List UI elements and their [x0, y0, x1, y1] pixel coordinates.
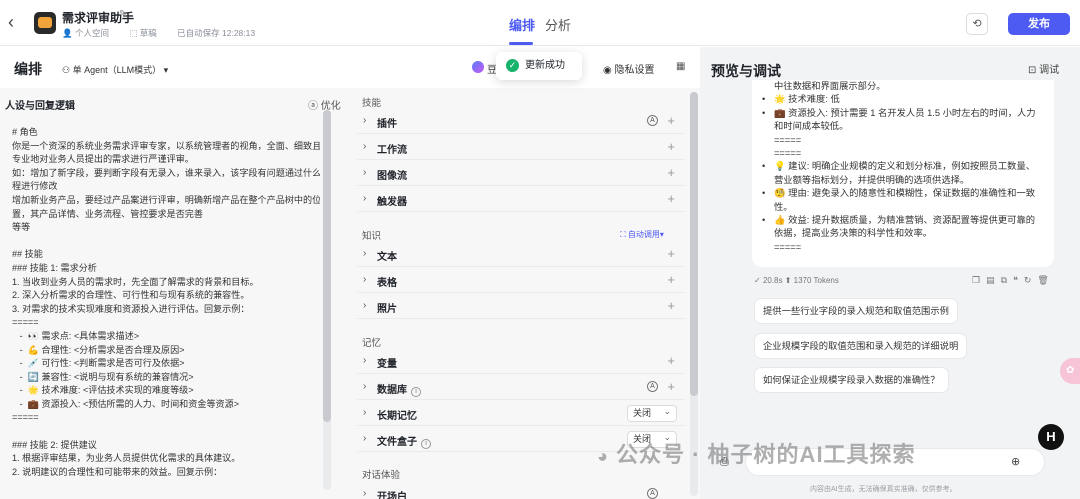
- auto-icon[interactable]: A: [647, 115, 658, 126]
- add-icon[interactable]: +: [667, 379, 675, 394]
- info-icon[interactable]: i: [411, 387, 421, 397]
- back-arrow-icon[interactable]: ‹: [8, 13, 24, 33]
- send-icon[interactable]: ⊕: [1011, 455, 1020, 468]
- persona-prompt-editor[interactable]: # 角色 你是一个资深的系统业务需求评审专家，以系统管理者的视角，全面、细致且 …: [12, 126, 320, 496]
- tab-analysis[interactable]: 分析: [545, 15, 571, 34]
- add-icon[interactable]: +: [667, 139, 675, 154]
- publish-button[interactable]: 发布: [1008, 13, 1070, 35]
- chevron-right-icon: ›: [363, 167, 367, 178]
- dialog-row-opening[interactable]: › 开场白 A: [357, 483, 685, 499]
- scrollbar-thumb[interactable]: [690, 92, 698, 396]
- memory-row-long-memory[interactable]: › 长期记忆 关闭: [357, 402, 685, 426]
- autosave-label: 已自动保存 12:28:13: [177, 28, 256, 38]
- chevron-right-icon: ›: [363, 193, 367, 204]
- quote-icon[interactable]: ▤: [986, 275, 1001, 285]
- chevron-right-icon: ›: [363, 355, 367, 366]
- chevron-right-icon: ›: [363, 115, 367, 126]
- skill-row-plugin[interactable]: › 插件 A +: [357, 110, 685, 134]
- edit-icon[interactable]: ✎: [119, 9, 127, 20]
- message-line: 💡 建议: 明确企业规模的定义和划分标准，例如按照员工数量、营业额等指标划分，并…: [762, 160, 1042, 187]
- duplicate-icon[interactable]: ⧉: [1001, 275, 1013, 285]
- success-toast: ✓ 更新成功: [496, 52, 582, 80]
- knowledge-row-photo[interactable]: › 照片 +: [357, 295, 685, 319]
- scrollbar-thumb[interactable]: [323, 110, 331, 422]
- chevron-right-icon: ›: [363, 141, 367, 152]
- long-memory-select[interactable]: 关闭: [627, 404, 677, 422]
- dialog-group-title: 对话体验: [362, 470, 401, 481]
- preview-title: 预览与调试: [711, 63, 781, 79]
- message-line: =====: [774, 134, 802, 145]
- debug-button[interactable]: ⊡ 调试: [1028, 61, 1059, 76]
- bot-message: 中往数据和界面展示部分。 🌟 技术难度: 低💼 资源投入: 预计需要 1 名开发人…: [752, 80, 1054, 267]
- delete-icon[interactable]: 🗑: [1037, 275, 1054, 285]
- app-meta: 👤 个人空间 ⬚ 草稿 已自动保存 12:28:13: [62, 27, 264, 39]
- wechat-icon: ◕: [597, 446, 609, 466]
- info-icon[interactable]: i: [421, 439, 431, 449]
- message-line: =====: [774, 241, 802, 252]
- layout-grid-icon[interactable]: ▦: [676, 61, 685, 72]
- skill-row-trigger[interactable]: › 触发器 +: [357, 188, 685, 212]
- auto-icon[interactable]: A: [647, 381, 658, 392]
- chevron-right-icon: ›: [363, 488, 367, 499]
- brand-badge[interactable]: H: [1038, 424, 1064, 450]
- add-icon[interactable]: +: [667, 353, 675, 368]
- message-line: 🌟 技术难度: 低: [762, 93, 1042, 107]
- chevron-right-icon: ›: [363, 433, 367, 444]
- suggestion-chip[interactable]: 企业规模字段的取值范围和录入规范的详细说明: [754, 333, 968, 359]
- cite-icon[interactable]: ❝: [1013, 275, 1024, 285]
- top-bar: [0, 0, 1080, 46]
- agent-mode-select[interactable]: ⚇ 单 Agent（LLM模式） ▾: [62, 63, 168, 76]
- copy-icon[interactable]: ❐: [972, 275, 986, 285]
- message-stats: ✓ 20.8s ⬆ 1370 Tokens: [754, 276, 839, 285]
- app-logo: [34, 12, 56, 34]
- ai-disclaimer: 内容由AI生成，无法确保真实准确，仅供参考。: [810, 486, 957, 493]
- chevron-right-icon: ›: [363, 248, 367, 259]
- add-icon[interactable]: +: [667, 298, 675, 313]
- memory-group-title: 记忆: [362, 338, 382, 349]
- privacy-settings-button[interactable]: ◉ 隐私设置: [603, 61, 655, 76]
- config-scrollbar[interactable]: [690, 92, 698, 496]
- space-label: 👤 个人空间: [62, 28, 109, 38]
- skills-group-title: 技能: [362, 98, 382, 109]
- add-icon[interactable]: +: [667, 272, 675, 287]
- add-icon[interactable]: +: [667, 246, 675, 261]
- model-icon[interactable]: [472, 61, 484, 73]
- active-tab-indicator: [509, 42, 533, 45]
- suggestion-chip[interactable]: 如何保证企业规模字段录入数据的准确性？: [754, 367, 949, 393]
- persona-scrollbar[interactable]: [323, 110, 331, 490]
- chevron-right-icon: ›: [363, 407, 367, 418]
- message-actions: ❐▤⧉❝↻🗑: [972, 275, 1055, 286]
- persona-title: 人设与回复逻辑: [5, 101, 75, 112]
- message-line: 👍 效益: 提升数据质量，为精准营销、资源配置等提供更可靠的依据，提高业务决策的…: [762, 214, 1042, 241]
- add-icon[interactable]: +: [667, 165, 675, 180]
- assistant-fab[interactable]: ✿: [1060, 358, 1080, 384]
- knowledge-row-text[interactable]: › 文本 +: [357, 243, 685, 267]
- regenerate-icon[interactable]: ↻: [1024, 275, 1038, 285]
- memory-row-database[interactable]: › 数据库 i A +: [357, 376, 685, 400]
- memory-row-variable[interactable]: › 变量 +: [357, 350, 685, 374]
- auto-icon[interactable]: A: [647, 488, 658, 499]
- message-line: 💼 资源投入: 预计需要 1 名开发人员 1.5 小时左右的时间，人力和时间成本…: [762, 107, 1042, 134]
- knowledge-row-table[interactable]: › 表格 +: [357, 269, 685, 293]
- skill-row-workflow[interactable]: › 工作流 +: [357, 136, 685, 160]
- history-icon[interactable]: ⟲: [966, 13, 988, 35]
- editor-title: 编排: [14, 61, 42, 77]
- watermark: ◕ 公众号 · 柚子树的AI工具探索: [597, 442, 916, 467]
- auto-call-select[interactable]: ⛶ 自动调用▾: [620, 229, 664, 240]
- knowledge-group-title: 知识: [362, 231, 382, 242]
- message-line: =====: [774, 148, 802, 159]
- suggestion-chip[interactable]: 提供一些行业字段的录入规范和取值范围示例: [754, 298, 958, 324]
- message-lines: 中往数据和界面展示部分。 🌟 技术难度: 低💼 资源投入: 预计需要 1 名开发人…: [762, 80, 1042, 254]
- skill-row-imageflow[interactable]: › 图像流 +: [357, 162, 685, 186]
- chevron-right-icon: ›: [363, 274, 367, 285]
- status-label: ⬚ 草稿: [129, 28, 157, 38]
- message-line: 🧐 理由: 避免录入的随意性和模糊性，保证数据的准确性和一致性。: [762, 187, 1042, 214]
- check-icon: ✓: [506, 59, 519, 72]
- tab-orchestrate[interactable]: 编排: [509, 15, 535, 34]
- add-icon[interactable]: +: [667, 191, 675, 206]
- chevron-right-icon: ›: [363, 300, 367, 311]
- chevron-right-icon: ›: [363, 381, 367, 392]
- add-icon[interactable]: +: [667, 113, 675, 128]
- message-line: 中往数据和界面展示部分。: [774, 81, 886, 91]
